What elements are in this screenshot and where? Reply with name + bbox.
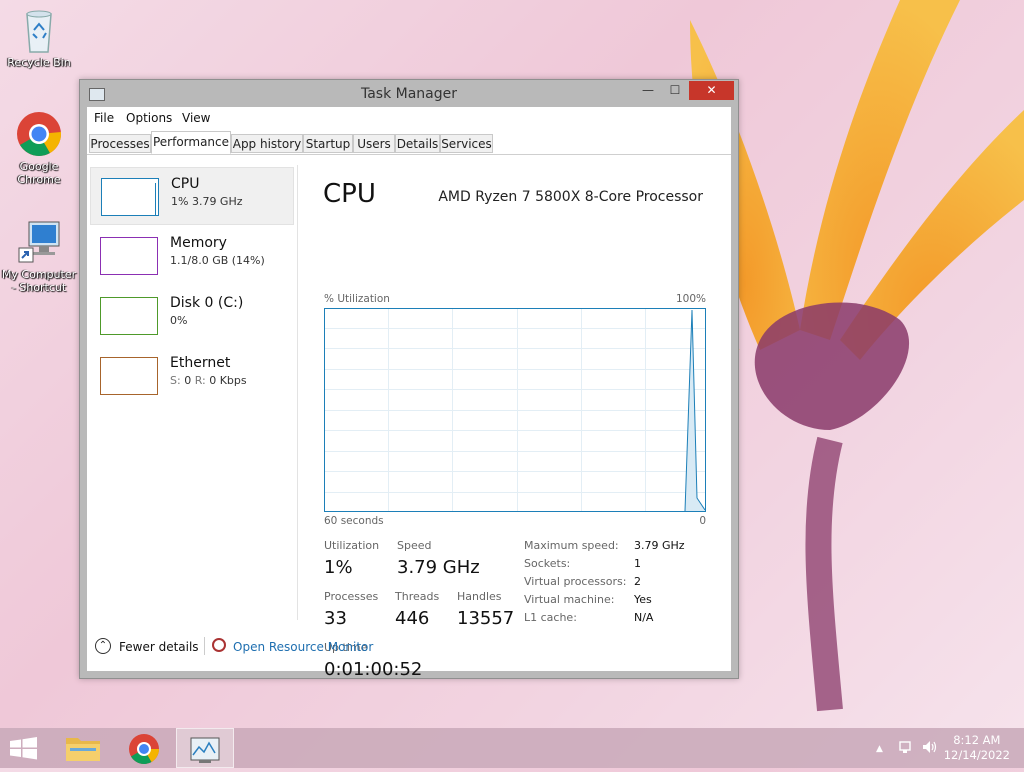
cpu-thumbnail: [101, 178, 159, 216]
receive-value: 0 Kbps: [209, 374, 247, 387]
minimize-button[interactable]: —: [635, 81, 661, 100]
desktop-icon-label: My Computer - Shortcut: [1, 268, 77, 294]
spec-value: 1: [634, 557, 641, 570]
network-icon[interactable]: [898, 739, 914, 758]
chrome-icon: [15, 110, 63, 158]
volume-icon[interactable]: [921, 739, 939, 758]
spec-value: 2: [634, 575, 641, 588]
uptime-value: 0:01:00:52: [324, 659, 423, 680]
sidebar-item-memory[interactable]: Memory 1.1/8.0 GB (14%): [90, 227, 294, 285]
spec-label: L1 cache:: [524, 611, 577, 624]
max-axis-label: 100%: [675, 293, 706, 305]
taskbar-file-explorer[interactable]: [56, 728, 112, 768]
title-bar[interactable]: Task Manager — ☐ ✕: [80, 80, 738, 106]
maximize-button[interactable]: ☐: [662, 81, 688, 100]
processes-label: Processes: [324, 590, 379, 603]
desktop-icon-label: Recycle Bin: [7, 56, 71, 69]
threads-value: 446: [395, 608, 430, 629]
receive-label: R:: [194, 374, 206, 387]
desktop-icon-google-chrome[interactable]: Google Chrome: [0, 110, 78, 186]
panel-divider: [297, 165, 298, 620]
sidebar-item-title: Ethernet: [170, 355, 231, 371]
windows-logo-icon: [10, 737, 37, 760]
performance-panel: CPU 1% 3.79 GHz Memory 1.1/8.0 GB (14%) …: [87, 155, 731, 680]
system-clock[interactable]: 8:12 AM 12/14/2022: [944, 733, 1010, 763]
utilization-axis-label: % Utilization: [324, 293, 390, 305]
handles-label: Handles: [457, 590, 502, 603]
start-button[interactable]: [0, 728, 56, 768]
taskbar-chrome[interactable]: [116, 728, 172, 768]
clock-date: 12/14/2022: [943, 748, 1010, 762]
tab-bar: Processes Performance App history Startu…: [87, 129, 731, 155]
computer-icon: [15, 218, 63, 266]
utilization-value: 1%: [324, 557, 353, 578]
memory-thumbnail: [100, 237, 158, 275]
tab-processes[interactable]: Processes: [89, 134, 151, 153]
cpu-utilization-graph: [324, 308, 706, 512]
menu-bar: File Options View: [87, 107, 731, 129]
utilization-label: Utilization: [324, 539, 380, 552]
sidebar-item-subtitle: S: 0 R: 0 Kbps: [170, 374, 247, 387]
cpu-heading: CPU: [323, 179, 376, 209]
recycle-bin-icon: [15, 6, 63, 54]
folder-icon: [66, 738, 100, 761]
clock-time: 8:12 AM: [953, 733, 1001, 747]
taskbar-task-manager[interactable]: [176, 728, 234, 768]
min-axis-label: 0: [699, 515, 706, 527]
threads-label: Threads: [395, 590, 440, 603]
spec-label: Virtual machine:: [524, 593, 615, 606]
disk-thumbnail: [100, 297, 158, 335]
spec-value: Yes: [634, 593, 652, 606]
processor-name: AMD Ryzen 7 5800X 8-Core Processor: [438, 189, 703, 205]
spec-value: N/A: [634, 611, 654, 624]
desktop-icon-label: Google Chrome: [17, 160, 61, 186]
spec-value: 3.79 GHz: [634, 539, 685, 552]
sidebar-item-title: Disk 0 (C:): [170, 295, 244, 311]
sidebar-item-ethernet[interactable]: Ethernet S: 0 R: 0 Kbps: [90, 347, 294, 405]
task-manager-window: Task Manager — ☐ ✕ File Options View Pro…: [79, 79, 739, 680]
sidebar-item-subtitle: 1% 3.79 GHz: [171, 195, 243, 208]
send-value: 0: [184, 374, 192, 387]
sidebar-item-subtitle: 0%: [170, 314, 188, 327]
menu-view[interactable]: View: [182, 111, 210, 125]
send-label: S:: [170, 374, 181, 387]
speed-value: 3.79 GHz: [397, 557, 480, 578]
show-hidden-icons-icon[interactable]: ▲: [876, 744, 883, 754]
speed-label: Speed: [397, 539, 432, 552]
processes-value: 33: [324, 608, 347, 629]
spec-label: Maximum speed:: [524, 539, 619, 552]
sidebar-item-title: CPU: [171, 176, 200, 192]
sidebar-item-subtitle: 1.1/8.0 GB (14%): [170, 254, 265, 267]
spec-label: Sockets:: [524, 557, 571, 570]
uptime-label: Up time: [324, 641, 368, 654]
tab-app-history[interactable]: App history: [231, 134, 303, 153]
ethernet-thumbnail: [100, 357, 158, 395]
tab-services[interactable]: Services: [440, 134, 493, 153]
tab-performance[interactable]: Performance: [151, 131, 231, 154]
close-button[interactable]: ✕: [689, 81, 734, 100]
menu-file[interactable]: File: [94, 111, 114, 125]
tab-startup[interactable]: Startup: [303, 134, 353, 153]
menu-options[interactable]: Options: [126, 111, 172, 125]
spec-label: Virtual processors:: [524, 575, 627, 588]
time-axis-label: 60 seconds: [324, 515, 384, 527]
chrome-icon: [129, 734, 159, 765]
task-manager-icon: [190, 737, 220, 763]
sidebar-item-disk[interactable]: Disk 0 (C:) 0%: [90, 287, 294, 345]
handles-value: 13557: [457, 608, 515, 629]
cpu-graph-svg: [324, 308, 706, 512]
sidebar-item-title: Memory: [170, 235, 227, 251]
desktop-icon-recycle-bin[interactable]: Recycle Bin: [0, 6, 78, 69]
taskbar: ▲ 8:12 AM 12/14/2022: [0, 728, 1024, 768]
sidebar-item-cpu[interactable]: CPU 1% 3.79 GHz: [90, 167, 294, 225]
desktop-icon-my-computer[interactable]: My Computer - Shortcut: [0, 218, 78, 294]
tab-details[interactable]: Details: [395, 134, 440, 153]
tab-users[interactable]: Users: [353, 134, 395, 153]
